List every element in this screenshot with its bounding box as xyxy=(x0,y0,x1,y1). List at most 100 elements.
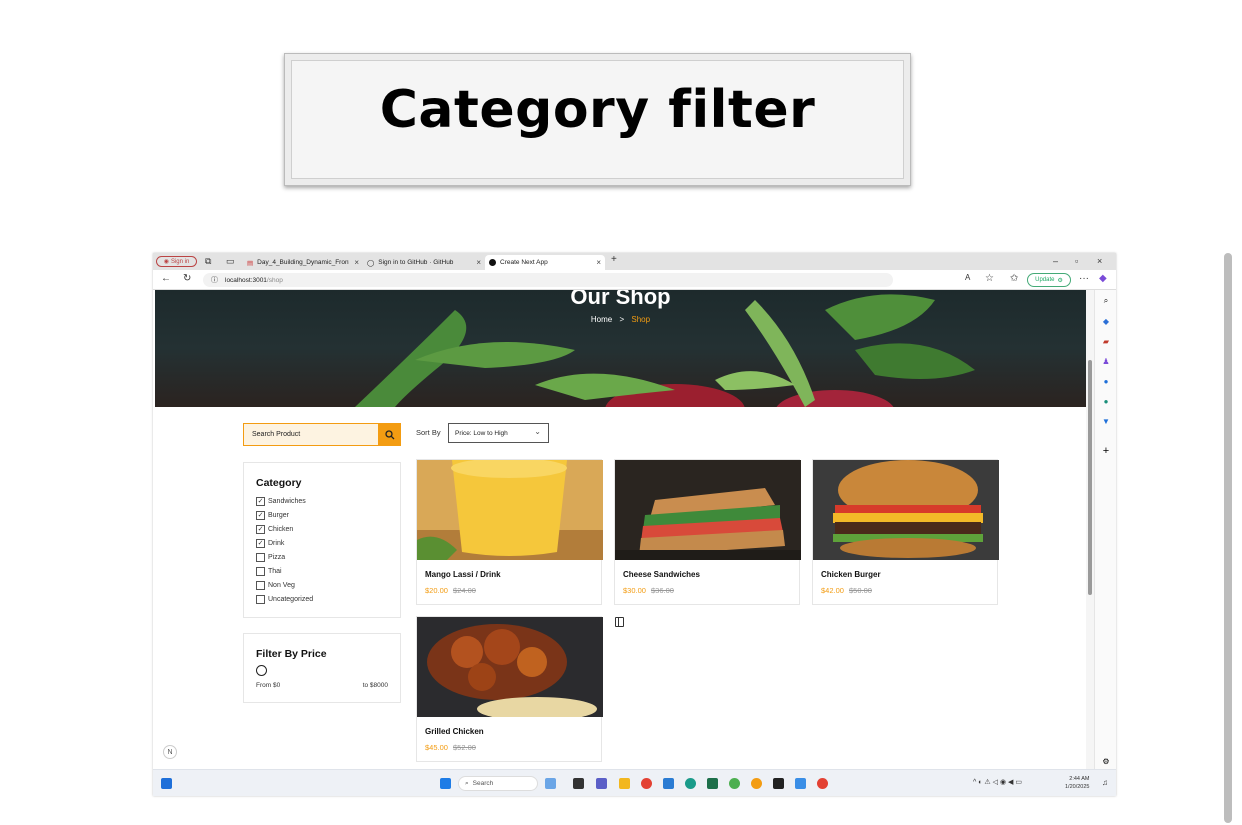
search-icon xyxy=(384,429,394,439)
workspaces-icon[interactable]: ⧉ xyxy=(205,256,211,267)
product-image-cheese-sandwiches[interactable] xyxy=(615,460,801,560)
product-old-price: $52.00 xyxy=(453,743,476,752)
product-image-mango-lassi[interactable] xyxy=(417,460,603,560)
category-option-pizza[interactable]: Pizza xyxy=(256,553,285,562)
product-name[interactable]: Grilled Chicken xyxy=(425,727,484,736)
update-button[interactable]: Update ⚙ xyxy=(1027,273,1071,287)
product-name[interactable]: Chicken Burger xyxy=(821,570,881,579)
product-name[interactable]: Mango Lassi / Drink xyxy=(425,570,501,579)
category-option-thai[interactable]: Thai xyxy=(256,567,282,576)
checkbox-checked-icon[interactable]: ✓ xyxy=(256,511,265,520)
url-field[interactable]: ⓘ localhost:3001/shop xyxy=(203,273,893,287)
category-option-chicken[interactable]: ✓ Chicken xyxy=(256,525,293,534)
signin-label: Sign in xyxy=(170,258,190,265)
checkbox-icon[interactable] xyxy=(256,581,265,590)
task-view-icon[interactable] xyxy=(573,778,584,789)
copilot-taskbar-icon[interactable] xyxy=(545,778,556,789)
back-icon[interactable]: ← xyxy=(161,273,171,284)
new-tab-button[interactable]: + xyxy=(611,254,617,265)
notepad-icon[interactable] xyxy=(795,778,806,789)
price-slider-handle[interactable] xyxy=(256,665,267,676)
restore-icon[interactable]: ▫ xyxy=(1075,256,1078,266)
category-option-sandwiches[interactable]: ✓ Sandwiches xyxy=(256,497,306,506)
product-card[interactable]: Grilled Chicken $45.00 $52.00 xyxy=(416,616,603,762)
info-icon: ⓘ xyxy=(211,277,218,284)
close-tab-icon[interactable]: × xyxy=(596,258,601,267)
close-tab-icon[interactable]: × xyxy=(354,258,359,267)
product-card[interactable]: Chicken Burger $42.00 $50.00 xyxy=(812,459,999,605)
terminal-icon[interactable] xyxy=(773,778,784,789)
file-explorer-icon[interactable] xyxy=(619,778,630,789)
start-icon[interactable] xyxy=(440,778,451,789)
product-price: $30.00 xyxy=(623,586,646,595)
m365-icon[interactable]: ● xyxy=(1101,376,1111,386)
search-button[interactable] xyxy=(378,423,401,446)
teams-icon[interactable] xyxy=(596,778,607,789)
chrome-icon[interactable] xyxy=(641,778,652,789)
favorites-icon[interactable]: ✩ xyxy=(1010,273,1018,284)
product-price: $20.00 xyxy=(425,586,448,595)
outlook-icon[interactable]: ● xyxy=(1101,396,1111,406)
read-aloud-icon[interactable]: A xyxy=(965,273,970,282)
favorite-star-icon[interactable]: ☆ xyxy=(985,273,994,284)
drop-icon[interactable]: ▼ xyxy=(1101,416,1111,426)
scrollbar-thumb[interactable] xyxy=(1088,360,1092,595)
product-image-chicken-burger[interactable] xyxy=(813,460,999,560)
chrome-profile-icon[interactable] xyxy=(817,778,828,789)
minimize-icon[interactable]: – xyxy=(1053,256,1058,266)
close-tab-icon[interactable]: × xyxy=(476,258,481,267)
product-image-grilled-chicken[interactable] xyxy=(417,617,603,717)
tab-github[interactable]: ◯ Sign in to GitHub · GitHub × xyxy=(363,255,485,270)
notifications-icon[interactable]: ♫ xyxy=(1102,778,1108,787)
tab-label: Day_4_Building_Dynamic_Fronte xyxy=(257,259,350,266)
briefcase-icon[interactable]: ▰ xyxy=(1101,336,1111,346)
category-option-burger[interactable]: ✓ Burger xyxy=(256,511,289,520)
product-old-price: $24.00 xyxy=(453,586,476,595)
category-option-non-veg[interactable]: Non Veg xyxy=(256,581,295,590)
more-menu-icon[interactable]: ··· xyxy=(1079,273,1089,284)
close-window-icon[interactable]: × xyxy=(1097,256,1102,266)
signin-button[interactable]: ◉ Sign in xyxy=(156,256,197,267)
checkbox-icon[interactable] xyxy=(256,553,265,562)
people-icon[interactable]: ♟ xyxy=(1101,356,1111,366)
price-filter-panel: Filter By Price From $0 to $8000 xyxy=(243,633,401,703)
checkbox-checked-icon[interactable]: ✓ xyxy=(256,525,265,534)
category-option-uncategorized[interactable]: Uncategorized xyxy=(256,595,313,604)
sort-select[interactable]: Price: Low to High ⌄ xyxy=(448,423,549,443)
search-icon[interactable]: ⌕ xyxy=(1101,296,1111,306)
checkbox-checked-icon[interactable]: ✓ xyxy=(256,497,265,506)
breadcrumb-home[interactable]: Home xyxy=(591,315,612,324)
settings-icon[interactable]: ⚙ xyxy=(1101,756,1111,766)
vscode-icon[interactable] xyxy=(663,778,674,789)
category-option-drink[interactable]: ✓ Drink xyxy=(256,539,284,548)
tab-day4[interactable]: ▤ Day_4_Building_Dynamic_Fronte × xyxy=(243,255,363,270)
widgets-icon[interactable] xyxy=(161,778,172,789)
checkbox-checked-icon[interactable]: ✓ xyxy=(256,539,265,548)
tab-create-next-app[interactable]: Create Next App × xyxy=(485,255,605,270)
tab-actions-icon[interactable]: ▭ xyxy=(226,256,235,267)
checkbox-icon[interactable] xyxy=(256,595,265,604)
product-name[interactable]: Cheese Sandwiches xyxy=(623,570,700,579)
category-label: Sandwiches xyxy=(268,498,306,505)
system-tray-icons[interactable]: ^ ◐ ⚠ ◁ ◉ ◀ ▭ xyxy=(973,778,1022,786)
product-card[interactable]: Cheese Sandwiches $30.00 $36.00 xyxy=(614,459,801,605)
taskbar-clock[interactable]: 2:44 AM 1/20/2025 xyxy=(1065,775,1089,791)
page-scrollbar[interactable] xyxy=(1086,290,1094,769)
tab-strip: ◉ Sign in ⧉ ▭ ▤ Day_4_Building_Dynamic_F… xyxy=(153,253,1116,270)
product-card[interactable]: Mango Lassi / Drink $20.00 $24.00 xyxy=(416,459,603,605)
edge-icon[interactable] xyxy=(685,778,696,789)
outer-scrollbar[interactable] xyxy=(1224,253,1232,823)
app-icon[interactable] xyxy=(729,778,740,789)
store-icon[interactable] xyxy=(707,778,718,789)
sidebar-toggle-icon[interactable] xyxy=(615,617,624,627)
taskbar-search[interactable]: ⌕ Search xyxy=(458,776,538,791)
chrome-canary-icon[interactable] xyxy=(751,778,762,789)
nextjs-dev-indicator-icon[interactable]: N xyxy=(163,745,177,759)
refresh-icon[interactable]: ↻ xyxy=(183,273,191,284)
checkbox-icon[interactable] xyxy=(256,567,265,576)
category-label: Thai xyxy=(268,568,282,575)
add-icon[interactable]: + xyxy=(1101,445,1111,457)
product-old-price: $50.00 xyxy=(849,586,872,595)
copilot-icon[interactable]: ◆ xyxy=(1099,273,1107,284)
shopping-tag-icon[interactable]: ◆ xyxy=(1101,316,1111,326)
